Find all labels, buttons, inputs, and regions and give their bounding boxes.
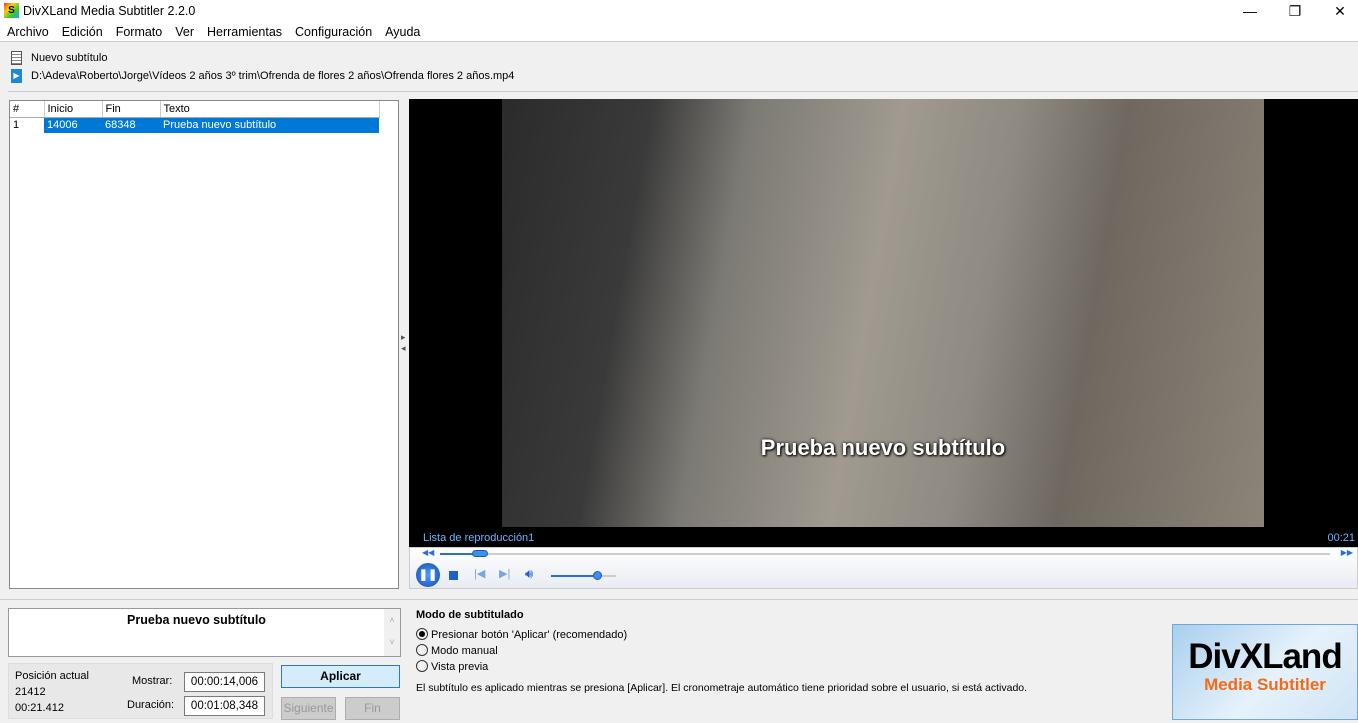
cell-inicio: 14006 xyxy=(44,117,102,133)
option-label: Vista previa xyxy=(431,661,489,673)
scrollbar[interactable]: ˄ ˅ xyxy=(384,609,400,656)
media-file-path: D:\Adeva\Roberto\Jorge\Vídeos 2 años 3º … xyxy=(31,70,515,82)
stop-button[interactable] xyxy=(449,571,458,580)
show-label: Mostrar: xyxy=(132,675,173,687)
duration-field[interactable]: 00:01:08,348 xyxy=(184,696,265,716)
seek-bar[interactable] xyxy=(440,550,1330,557)
pause-button[interactable]: ❚❚ xyxy=(416,563,440,587)
logo-subtitle: Media Subtitler xyxy=(1204,675,1326,694)
menu-edicion[interactable]: Edición xyxy=(55,22,109,39)
col-number[interactable]: # xyxy=(10,101,45,118)
rewind-icon[interactable]: ◀◀ xyxy=(422,548,434,557)
table-row[interactable]: 1 14006 68348 Prueba nuevo subtítulo xyxy=(10,117,379,133)
mode-option-manual[interactable]: Modo manual xyxy=(416,644,498,657)
fast-forward-icon[interactable]: ▶▶ xyxy=(1341,548,1353,557)
divxland-logo: DivXLand Media Subtitler xyxy=(1172,624,1358,720)
video-player[interactable]: Prueba nuevo subtítulo Lista de reproduc… xyxy=(409,99,1358,547)
menu-archivo[interactable]: Archivo xyxy=(0,22,55,39)
position-time: 00:21.412 xyxy=(15,702,64,714)
volume-slider[interactable] xyxy=(551,571,616,580)
duration-label: Duración: xyxy=(127,699,175,711)
option-label: Presionar botón 'Aplicar' (recomendado) xyxy=(431,629,628,641)
subtitle-table: # Inicio Fin Texto 1 14006 68348 Prueba nuevo … xyxy=(10,101,380,133)
maximize-button[interactable]: ❐ xyxy=(1272,0,1318,22)
subtitle-text: Prueba nuevo subtítulo xyxy=(127,613,266,627)
mode-option-apply[interactable]: Presionar botón 'Aplicar' (recomendado) xyxy=(416,628,627,641)
mode-title: Modo de subtitulado xyxy=(416,609,524,621)
menu-bar: Archivo Edición Formato Ver Herramientas Conf… xyxy=(0,22,1358,42)
volume-icon[interactable]: 🔊︎ xyxy=(525,566,533,582)
splitter-handle[interactable]: ▸ ◂ xyxy=(401,332,406,354)
mode-option-preview[interactable]: Vista previa xyxy=(416,660,488,673)
menu-formato[interactable]: Formato xyxy=(109,22,169,39)
divider xyxy=(8,91,1358,92)
show-time-field[interactable]: 00:00:14,006 xyxy=(184,672,265,692)
position-ms: 21412 xyxy=(15,686,46,698)
minimize-button[interactable]: — xyxy=(1227,0,1273,22)
time-display: 00:21 xyxy=(1327,532,1355,544)
cell-fin: 68348 xyxy=(102,117,160,133)
window-title: DivXLand Media Subtitler 2.2.0 xyxy=(23,4,196,18)
menu-ver[interactable]: Ver xyxy=(168,22,200,39)
option-label: Modo manual xyxy=(431,645,498,657)
media-file-icon: ▶ xyxy=(11,69,22,83)
video-frame: Prueba nuevo subtítulo xyxy=(502,99,1264,527)
close-button[interactable]: ✕ xyxy=(1317,0,1358,22)
radio-apply[interactable] xyxy=(416,628,428,640)
end-button[interactable]: Fin xyxy=(345,697,400,720)
menu-ayuda[interactable]: Ayuda xyxy=(378,22,426,39)
playlist-label: Lista de reproducción1 xyxy=(423,532,535,544)
previous-button[interactable]: |◀ xyxy=(474,567,485,580)
col-inicio[interactable]: Inicio xyxy=(44,101,103,118)
document-icon xyxy=(11,51,22,65)
radio-preview[interactable] xyxy=(416,660,428,672)
next-button[interactable]: ▶| xyxy=(499,567,510,580)
position-label: Posición actual xyxy=(15,670,89,682)
player-controls: ◀◀ ▶▶ ❚❚ |◀ ▶| 🔊︎ xyxy=(409,547,1358,589)
title-bar: S DivXLand Media Subtitler 2.2.0 — ❐ ✕ xyxy=(0,0,1358,22)
logo-title: DivXLand xyxy=(1188,637,1342,676)
app-icon: S xyxy=(4,3,19,18)
col-fin[interactable]: Fin xyxy=(102,101,161,118)
menu-configuracion[interactable]: Configuración xyxy=(288,22,378,39)
seek-thumb[interactable] xyxy=(472,550,489,557)
apply-button[interactable]: Aplicar xyxy=(281,665,400,688)
subtitle-file-name: Nuevo subtítulo xyxy=(31,52,108,64)
next-subtitle-button[interactable]: Siguiente xyxy=(281,697,336,720)
cell-texto: Prueba nuevo subtítulo xyxy=(160,117,379,133)
mode-note: El subtítulo es aplicado mientras se pre… xyxy=(416,682,1028,694)
col-texto[interactable]: Texto xyxy=(160,101,380,118)
menu-herramientas[interactable]: Herramientas xyxy=(200,22,288,39)
radio-manual[interactable] xyxy=(416,644,428,656)
subtitle-list[interactable]: # Inicio Fin Texto 1 14006 68348 Prueba nuevo … xyxy=(9,100,399,589)
volume-thumb[interactable] xyxy=(592,571,602,580)
subtitle-text-editor[interactable]: Prueba nuevo subtítulo ˄ ˅ xyxy=(8,608,401,657)
cell-number: 1 xyxy=(10,117,44,133)
divider xyxy=(0,599,1358,600)
subtitle-overlay: Prueba nuevo subtítulo xyxy=(760,435,1006,460)
